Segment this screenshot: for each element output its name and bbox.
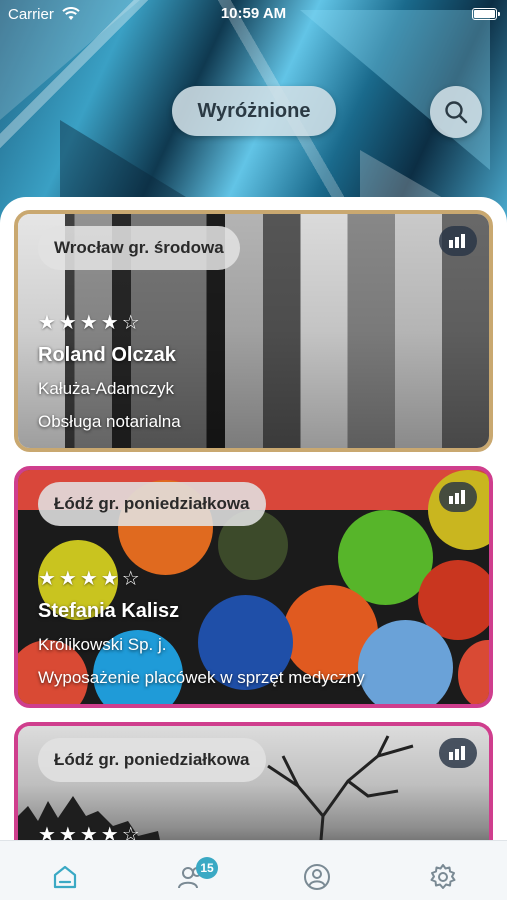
- gear-icon[interactable]: [429, 863, 457, 891]
- search-icon: [445, 101, 468, 124]
- notification-badge: 15: [196, 857, 218, 879]
- location-badge: Łódź gr. poniedziałkowa: [38, 738, 266, 782]
- service-description: Obsługa notarialna: [38, 412, 181, 431]
- location-badge: Wrocław gr. środowa: [38, 226, 240, 270]
- rating-stars: ★★★★☆: [38, 312, 143, 334]
- battery-icon: [472, 8, 500, 20]
- search-button[interactable]: [430, 86, 482, 138]
- page-title: Wyróżnione: [172, 86, 336, 136]
- featured-card[interactable]: Łódź gr. poniedziałkowa ★★★★☆ Stefania K…: [14, 466, 493, 708]
- member-name: Stefania Kalisz: [38, 600, 180, 622]
- stats-button[interactable]: [439, 482, 477, 512]
- profile-icon[interactable]: [303, 863, 331, 891]
- bar-chart-icon: [449, 234, 465, 248]
- member-name: Roland Olczak: [38, 344, 176, 366]
- service-description: Wyposażenie placówek w sprzęt medyczny: [38, 668, 365, 687]
- bar-chart-icon: [449, 490, 465, 504]
- company-name: Kałuża-Adamczyk: [38, 379, 175, 398]
- bar-chart-icon: [449, 746, 465, 760]
- home-icon[interactable]: [51, 863, 79, 891]
- status-time: 10:59 AM: [220, 5, 287, 22]
- status-bar: Carrier 10:59 AM: [0, 0, 507, 30]
- tab-bar: [0, 840, 507, 900]
- company-name: Królikowski Sp. j.: [38, 635, 167, 654]
- rating-stars: ★★★★☆: [38, 568, 143, 590]
- featured-card[interactable]: Wrocław gr. środowa ★★★★☆ Roland Olczak …: [14, 210, 493, 452]
- location-badge: Łódź gr. poniedziałkowa: [38, 482, 266, 526]
- stats-button[interactable]: [439, 226, 477, 256]
- stats-button[interactable]: [439, 738, 477, 768]
